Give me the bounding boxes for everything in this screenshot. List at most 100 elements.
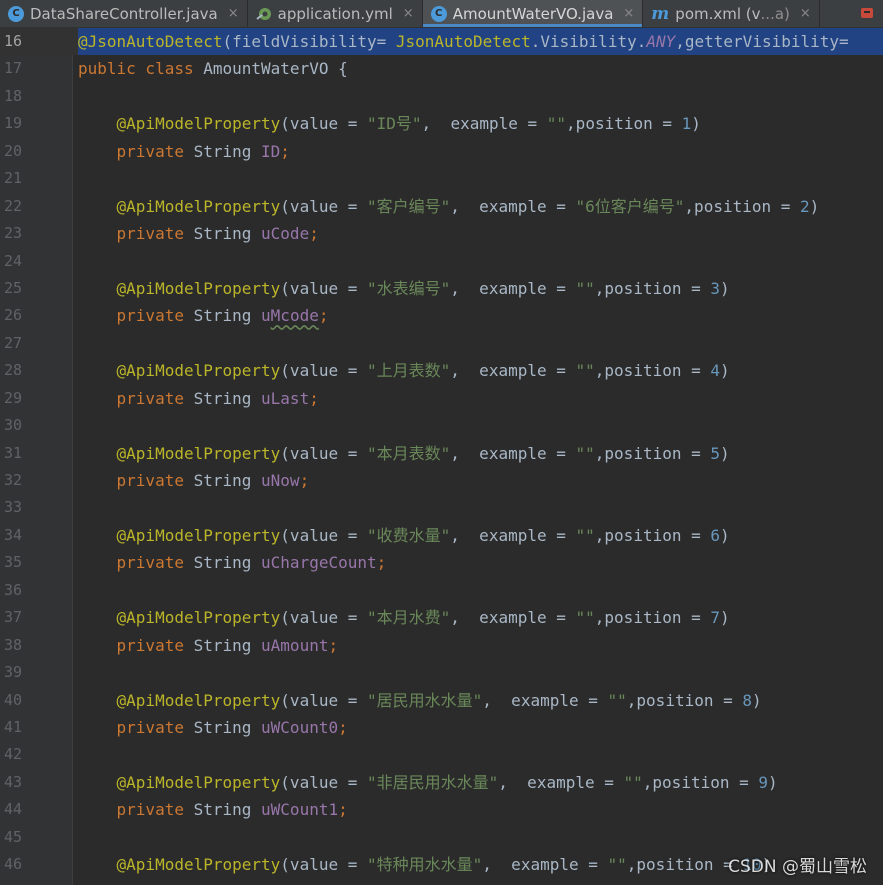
- code-token: private: [78, 388, 194, 408]
- code-text[interactable]: [78, 83, 883, 110]
- close-icon[interactable]: ×: [228, 6, 239, 21]
- code-token: private: [78, 141, 194, 161]
- code-text[interactable]: public class AmountWaterVO {: [78, 55, 883, 82]
- code-text[interactable]: [78, 659, 883, 686]
- code-text[interactable]: [78, 165, 883, 192]
- code-line[interactable]: 31 @ApiModelProperty(value = "本月表数", exa…: [0, 440, 883, 467]
- code-token: @ApiModelProperty: [78, 525, 281, 545]
- code-line[interactable]: 22 @ApiModelProperty(value = "客户编号", exa…: [0, 193, 883, 220]
- code-text[interactable]: private String uCode;: [78, 220, 883, 247]
- code-text[interactable]: private String uNow;: [78, 467, 883, 494]
- code-text[interactable]: [78, 577, 883, 604]
- code-token: (value =: [280, 361, 367, 381]
- code-token: ANY: [646, 32, 676, 51]
- code-text[interactable]: @ApiModelProperty(value = "居民用水水量", exam…: [78, 687, 883, 714]
- close-icon[interactable]: ×: [800, 6, 811, 21]
- code-text[interactable]: [78, 412, 883, 439]
- code-lines[interactable]: 16 @JsonAutoDetect(fieldVisibility= JsonA…: [0, 28, 883, 879]
- code-line[interactable]: 26 private String uMcode;: [0, 302, 883, 329]
- code-line[interactable]: 33: [0, 494, 883, 521]
- code-line[interactable]: 32 private String uNow;: [0, 467, 883, 494]
- code-line[interactable]: 38 private String uAmount;: [0, 632, 883, 659]
- code-text[interactable]: [78, 330, 883, 357]
- code-line[interactable]: 37 @ApiModelProperty(value = "本月水费", exa…: [0, 604, 883, 631]
- code-token: , example =: [450, 196, 576, 216]
- code-line[interactable]: 36: [0, 577, 883, 604]
- code-text[interactable]: private String uLast;: [78, 385, 883, 412]
- code-line[interactable]: 25 @ApiModelProperty(value = "水表编号", exa…: [0, 275, 883, 302]
- code-line[interactable]: 24: [0, 248, 883, 275]
- code-text[interactable]: private String uWCount0;: [78, 714, 883, 741]
- tab-amountwatervo[interactable]: C AmountWaterVO.java ×: [422, 0, 644, 27]
- code-text[interactable]: @ApiModelProperty(value = "水表编号", exampl…: [78, 275, 883, 302]
- line-number: 33: [3, 498, 22, 517]
- tab-datasharecontroller[interactable]: C DataShareController.java ×: [0, 0, 248, 27]
- code-line[interactable]: 35 private String uChargeCount;: [0, 549, 883, 576]
- code-token: "客户编号": [367, 196, 451, 216]
- code-text[interactable]: @ApiModelProperty(value = "上月表数", exampl…: [78, 357, 883, 384]
- code-token: ;: [338, 800, 348, 820]
- code-token: ): [691, 114, 701, 134]
- code-token: private: [78, 306, 194, 326]
- code-text[interactable]: @ApiModelProperty(value = "客户编号", exampl…: [78, 193, 883, 220]
- code-line[interactable]: 16 @JsonAutoDetect(fieldVisibility= JsonA…: [0, 28, 883, 56]
- tab-pom-xml[interactable]: m pom.xml (v ...a) ×: [643, 0, 820, 27]
- code-line[interactable]: 42: [0, 741, 883, 768]
- close-icon[interactable]: ×: [403, 6, 414, 21]
- code-text[interactable]: @ApiModelProperty(value = "ID号", example…: [78, 110, 883, 137]
- code-line[interactable]: 43 @ApiModelProperty(value = "非居民用水水量", …: [0, 769, 883, 796]
- code-line[interactable]: 39: [0, 659, 883, 686]
- line-number: 45: [3, 827, 22, 846]
- code-token: ,position =: [566, 114, 682, 134]
- code-text[interactable]: private String uMcode;: [78, 302, 883, 329]
- code-line[interactable]: 45: [0, 824, 883, 851]
- code-token: ;: [299, 471, 310, 490]
- code-token: ;: [318, 306, 329, 326]
- code-text[interactable]: [78, 824, 883, 851]
- code-token: ): [809, 196, 820, 216]
- code-line[interactable]: 29 private String uLast;: [0, 385, 883, 412]
- code-text[interactable]: [78, 741, 883, 768]
- code-token: String: [193, 635, 262, 655]
- code-editor[interactable]: 16 @JsonAutoDetect(fieldVisibility= JsonA…: [0, 28, 883, 885]
- line-number: 21: [3, 169, 22, 188]
- code-token: @ApiModelProperty: [78, 196, 281, 216]
- code-line[interactable]: 41 private String uWCount0;: [0, 714, 883, 741]
- code-line[interactable]: 23 private String uCode;: [0, 220, 883, 247]
- code-token: String: [193, 800, 262, 820]
- code-line[interactable]: 40 @ApiModelProperty(value = "居民用水水量", e…: [0, 687, 883, 714]
- code-line[interactable]: 21: [0, 165, 883, 192]
- line-number: 37: [3, 608, 22, 627]
- code-line[interactable]: 34 @ApiModelProperty(value = "收费水量", exa…: [0, 522, 883, 549]
- code-token: String: [193, 388, 262, 408]
- code-line[interactable]: 27: [0, 330, 883, 357]
- code-token: (value =: [280, 855, 367, 875]
- code-token: "": [575, 525, 595, 545]
- tab-overflow-icon[interactable]: [859, 5, 877, 21]
- code-text[interactable]: private String uWCount1;: [78, 796, 883, 823]
- code-text[interactable]: private String ID;: [78, 138, 883, 165]
- code-text[interactable]: [78, 494, 883, 521]
- code-line[interactable]: 20 private String ID;: [0, 138, 883, 165]
- line-number: 23: [3, 224, 22, 243]
- code-text[interactable]: private String uChargeCount;: [78, 549, 883, 576]
- close-icon[interactable]: ×: [623, 6, 634, 21]
- code-line[interactable]: 28 @ApiModelProperty(value = "上月表数", exa…: [0, 357, 883, 384]
- tab-label: pom.xml (v: [675, 4, 761, 23]
- code-text[interactable]: [78, 248, 883, 275]
- tab-application-yml[interactable]: application.yml ×: [248, 0, 423, 27]
- code-line[interactable]: 44 private String uWCount1;: [0, 796, 883, 823]
- code-text[interactable]: @ApiModelProperty(value = "收费水量", exampl…: [78, 522, 883, 549]
- code-text[interactable]: @ApiModelProperty(value = "本月水费", exampl…: [78, 604, 883, 631]
- code-text[interactable]: @ApiModelProperty(value = "本月表数", exampl…: [78, 440, 883, 467]
- code-line[interactable]: 30: [0, 412, 883, 439]
- tab-label: DataShareController.java: [30, 4, 218, 23]
- code-token: 1: [681, 114, 692, 134]
- code-text[interactable]: @ApiModelProperty(value = "非居民用水水量", exa…: [78, 769, 883, 796]
- code-text[interactable]: private String uAmount;: [78, 632, 883, 659]
- code-line[interactable]: 19 @ApiModelProperty(value = "ID号", exam…: [0, 110, 883, 137]
- code-line[interactable]: 17 public class AmountWaterVO {: [0, 55, 883, 82]
- line-number: 32: [3, 471, 22, 489]
- code-line[interactable]: 18: [0, 83, 883, 110]
- code-text[interactable]: @JsonAutoDetect(fieldVisibility= JsonAut…: [78, 28, 883, 56]
